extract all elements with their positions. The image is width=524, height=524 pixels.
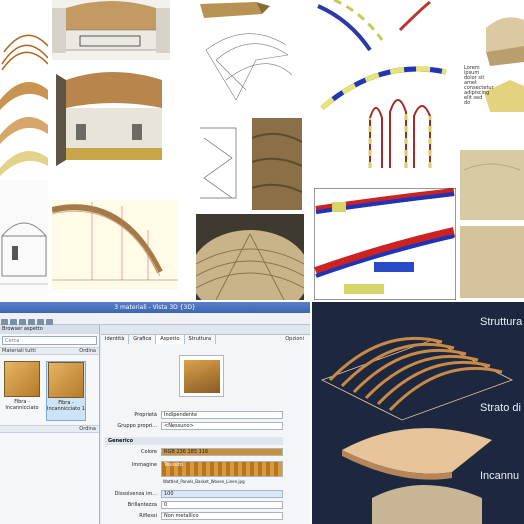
brightness-label: Brillantezza [127, 502, 157, 508]
prop-select[interactable]: Indipendente [161, 411, 283, 419]
colored-arch-ribs-2 [310, 58, 454, 178]
material-thumb-label: Fibra - Incannicciato 1 [47, 400, 85, 412]
properties-tabs: Identità Grafica Aspetto Struttura [101, 325, 310, 344]
dissolve-row: Dissolvenza im... 100 [105, 490, 283, 499]
material-thumb[interactable]: Fibra - Incannicciato [2, 361, 42, 421]
browser-header: Browser aspetto [0, 325, 99, 334]
color-row: Colore RGB 236 185 116 [105, 448, 283, 457]
brightness-field[interactable]: 0 [161, 501, 283, 509]
prop-row: Proprietà Indipendente [105, 411, 283, 420]
reflex-select[interactable]: Non metallico [161, 512, 283, 520]
material-preview-icon [48, 362, 84, 398]
filter-label: Materiali tutti [2, 348, 36, 354]
brightness-row: Brillantezza 0 [105, 501, 283, 510]
image-file-name: Wattled_Panels_Basket_Woven_Linen.jpg [163, 479, 245, 484]
dissolve-field[interactable]: 100 [161, 490, 283, 498]
material-preview-icon [4, 361, 40, 397]
vault-sketch [196, 20, 296, 110]
reflex-row: Riflessi Non metallico [105, 512, 283, 521]
tab-aspetto[interactable]: Aspetto [156, 335, 185, 344]
color-label: Colore [140, 449, 157, 455]
vault-volume-render: Lorem ipsum dolor sit amet consectetur a… [460, 6, 524, 112]
group-label: Gruppo propri... [117, 423, 157, 429]
filter-bar[interactable]: Materiali tutti Ordina [0, 347, 99, 355]
group-row: Gruppo propri... <Nessuno> [105, 422, 283, 431]
vault-section-drawing [52, 180, 178, 296]
image-field[interactable]: Tessuto [161, 461, 283, 477]
tab-identita[interactable]: Identità [101, 335, 130, 344]
layer-label-incannu: Incannu [480, 470, 520, 482]
layer-label-struttura: Struttura [480, 316, 523, 328]
interior-room-render [52, 0, 170, 60]
image-file-row: Wattled_Panels_Basket_Woven_Linen.jpg [105, 478, 283, 487]
tab-grafica[interactable]: Grafica [129, 335, 157, 344]
interior-room-render-2 [52, 68, 170, 168]
wood-photo [252, 118, 302, 210]
order-dropdown[interactable]: Ordina [79, 348, 96, 355]
appearance-preview [179, 355, 224, 397]
tab-struttura[interactable]: Struttura [185, 335, 217, 344]
material-thumb-label: Fibra - Incannicciato [5, 399, 39, 411]
reflex-label: Riflessi [139, 513, 157, 519]
dissolve-label: Dissolvenza im... [114, 491, 157, 497]
plaster-texture-photo-2 [460, 226, 524, 298]
material-editor-window: 3 materiali - Vista 3D {3D} Browser aspe… [0, 302, 310, 524]
material-thumb-selected[interactable]: Fibra - Incannicciato 1 [46, 361, 86, 421]
arch-section-drawing [196, 118, 242, 208]
vault-ribs-layers-icon [0, 0, 48, 176]
section-generico[interactable]: Generico [105, 437, 283, 445]
colored-arch-ribs [310, 0, 454, 56]
material-thumbnails: Fibra - Incannicciato Fibra - Incannicci… [0, 355, 99, 425]
material-properties: Identità Grafica Aspetto Struttura Opzioni … [101, 325, 310, 524]
image-label: Immagine [131, 462, 157, 468]
toolbar [0, 313, 310, 326]
vault-volume-note: Lorem ipsum dolor sit amet consectetur a… [464, 65, 494, 106]
asset-browser: Browser aspetto Cerca Materiali tutti Or… [0, 325, 100, 524]
secondary-bar[interactable]: Ordina [0, 425, 99, 433]
room-section-drawing [0, 180, 48, 296]
search-input[interactable]: Cerca [2, 336, 97, 345]
order-dropdown[interactable]: Ordina [79, 426, 96, 433]
ribbed-dome-photo [196, 214, 304, 300]
layered-vault-render: Struttura Strato di Incannu [312, 302, 524, 524]
vault-layers-drawing [0, 34, 48, 176]
prop-label: Proprietà [134, 412, 157, 418]
group-select[interactable]: <Nessuno> [161, 422, 283, 430]
image-row: Immagine Tessuto [105, 461, 283, 477]
plaster-texture-photo [460, 150, 524, 220]
beam-connection-render [314, 188, 456, 300]
color-field[interactable]: RGB 236 185 116 [161, 448, 283, 456]
beam-detail-render [196, 0, 274, 20]
layer-label-strato: Strato di [480, 402, 521, 414]
window-title: 3 materiali - Vista 3D {3D} [0, 302, 310, 313]
